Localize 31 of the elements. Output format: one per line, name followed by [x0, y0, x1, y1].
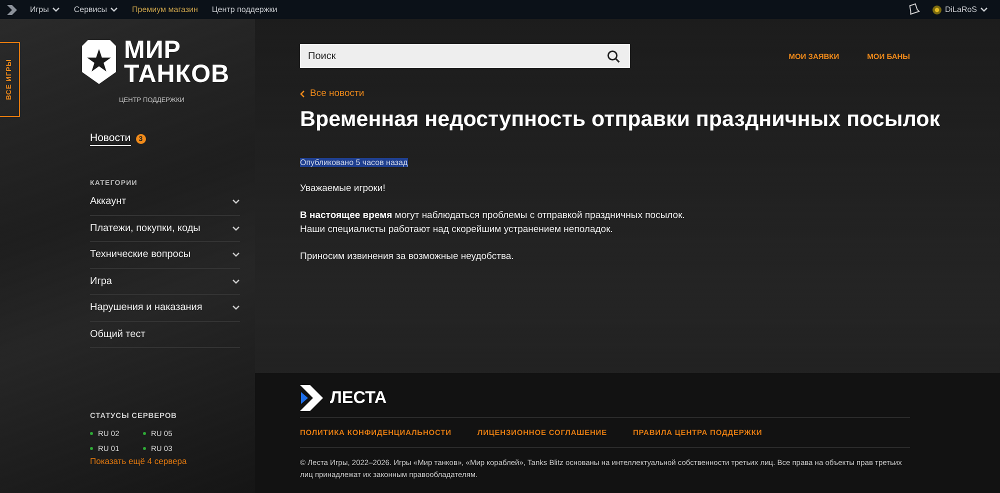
emblem-icon	[932, 4, 942, 14]
category-item[interactable]: Общий тест	[90, 322, 240, 348]
logo-title: МИР ТАНКОВ	[124, 38, 230, 86]
brand-name: ЛЕСТА	[330, 388, 387, 408]
chevron-left-icon	[300, 90, 305, 98]
search-field[interactable]: Поиск	[300, 44, 630, 68]
back-link[interactable]: Все новости	[300, 88, 364, 99]
search-icon	[607, 50, 620, 63]
category-item[interactable]: Игра	[90, 268, 240, 295]
news-link[interactable]: Новости	[90, 132, 131, 146]
chevron-logo-icon	[300, 385, 323, 411]
category-item[interactable]: Платежи, покупки, коды	[90, 216, 240, 242]
shield-star-icon	[82, 40, 116, 84]
article-paragraph: В настоящее время могут наблюдаться проблемы с отправкой праздничных посылок. Наши специалисты работают над скорейшим устранением неполадок.	[300, 208, 686, 236]
category-item[interactable]: Аккаунт	[90, 189, 240, 216]
top-menu-link[interactable]: Игры	[30, 5, 60, 14]
user-menu[interactable]: DiLaRoS	[932, 4, 988, 14]
publish-date: Опубликовано 5 часов назад	[300, 158, 408, 166]
article-paragraph: Приносим извинения за возможные неудобства.	[300, 250, 515, 264]
chevron-logo-icon	[6, 4, 18, 16]
top-menu-link[interactable]: Сервисы	[74, 5, 118, 14]
category-item[interactable]: Нарушения и наказания	[90, 295, 240, 322]
caret-icon	[980, 7, 988, 12]
top-menu-link[interactable]: Премиум магазин	[132, 5, 198, 14]
caret-icon	[110, 7, 118, 12]
show-more-link[interactable]: Показать ещё 4 сервера	[90, 456, 187, 466]
category-item[interactable]: Технические вопросы	[90, 242, 240, 268]
article-paragraph: Уважаемые игроки!	[300, 182, 386, 196]
caret-icon	[52, 7, 60, 12]
top-menu-link[interactable]: Центр поддержки	[212, 5, 278, 14]
article-title: Временная недоступность отправки праздничных посылок	[300, 106, 941, 132]
